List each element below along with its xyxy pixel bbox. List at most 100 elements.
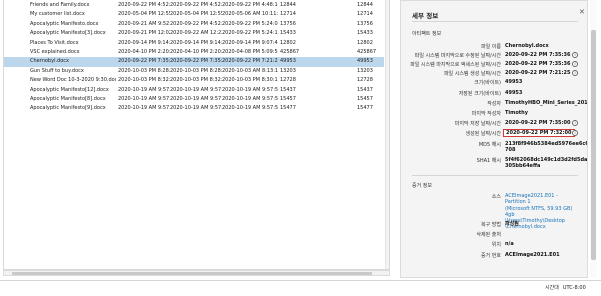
cell-name: Apocalyptic Manifesto[3].docx [30, 30, 106, 37]
table-row[interactable]: New Word Doc 10-3-2020 9:30.docx 2020-10-… [4, 76, 384, 85]
cell-size2: 49953 [357, 58, 373, 65]
cell-name: Apocalyptic Manifesto[12].docx [30, 86, 109, 93]
table-row[interactable]: Apocalyptic Manifesto.docx 2020-09-21 AM … [4, 20, 384, 29]
cell-created: 2020-09-14 PM 9:14:42 [118, 39, 170, 46]
cell-size2: 15457 [357, 96, 373, 102]
cell-size: 15457 [280, 96, 296, 102]
field-label: 크기(바이트) [474, 80, 501, 86]
cell-name: Apocalyptic Manifesto[9].docx [30, 105, 106, 112]
field-label: 파일 시스템 마지막으로 수정된 날짜/시간 [414, 53, 501, 59]
cell-size: 15437 [280, 86, 296, 93]
table-row[interactable]: Apocalyptic Manifesto[12].docx 2020-10-19… [4, 86, 384, 95]
cell-size2: 12802 [357, 39, 373, 46]
cell-accessed: 2020-05-06 AM 10:11:47 [222, 11, 278, 18]
cell-size2: 13756 [357, 20, 373, 27]
cell-size: 425867 [280, 49, 300, 55]
field-value: n/a [505, 241, 514, 247]
field-label: 파일 시스템 마지막으로 액세스된 날짜/시간 [410, 62, 501, 68]
timezone-indicator[interactable]: 시간대 UTC-8:00 [545, 284, 586, 291]
table-row[interactable]: VSC explained.docx2020-04-10 PM 2:20:212… [4, 48, 384, 57]
field-label: 위치 [491, 242, 501, 248]
cell-name: VSC explained.docx [30, 49, 80, 55]
info-circle-icon[interactable]: i [572, 120, 578, 126]
table-row[interactable]: Apocalyptic Manifesto[8].docx 2020-10-19 … [4, 95, 384, 104]
field-label: MD5 해시 [478, 142, 501, 148]
file-table-horizontal-scrollbar[interactable] [3, 270, 390, 276]
table-row[interactable]: Chernobyl.docx2020-09-22 PM 7:35:362020-… [4, 57, 384, 67]
field-label: 복구 방법 [481, 222, 501, 228]
scrollbar-thumb[interactable] [591, 30, 596, 260]
cell-accessed: 2020-09-22 PM 5:24:15 [222, 30, 278, 37]
cell-created: 2020-10-19 AM 9:57:56 [118, 105, 170, 112]
cell-size: 13756 [280, 20, 296, 27]
field-value: 2020-09-22 PM 7:35:36 [505, 52, 571, 58]
field-value: 49953 [505, 90, 523, 96]
cell-accessed: 2020-09-14 PM 9:07:47 [222, 39, 278, 46]
field-value: TimothyHBO_Mini_Series_2019 [505, 100, 588, 106]
cell-modified: 2020-09-22 AM 12:22:21 [170, 30, 222, 37]
cell-name: Friends and Family.docx [30, 2, 90, 8]
field-label: 작성자 [487, 101, 501, 107]
details-pane: 세부 정보 ✕ 아티팩트 정보 파일 이름 Chernobyl.docx 파일 시스… [400, 0, 588, 278]
field-label: 삭제된 출처 [476, 232, 501, 238]
cell-modified: 2020-09-22 PM 4:52:16 [170, 20, 222, 27]
table-row[interactable]: Places To Visit.docx 2020-09-14 PM 9:14:4… [4, 39, 384, 48]
cell-accessed: 2020-10-03 AM 8:13:15 [222, 67, 278, 74]
cell-modified: 2020-05-04 PM 12:55:16 [170, 11, 222, 18]
cell-modified: 2020-09-14 PM 9:14:42 [170, 39, 222, 46]
cell-created: 2020-10-19 AM 9:57:57 [118, 86, 170, 93]
cell-size2: 12728 [357, 77, 373, 84]
table-row[interactable]: Friends and Family.docx 2020-09-22 PM 4:5… [4, 1, 384, 10]
field-label: 저장된 크기(바이트) [458, 91, 501, 97]
cell-name: Apocalyptic Manifesto[8].docx [30, 96, 106, 102]
table-row[interactable]: Gun Stuff to buy.docx 2020-10-03 PM 8:28:… [4, 67, 384, 76]
cell-size: 15433 [280, 30, 296, 37]
field-label: 마지막 저장 날짜/시간 [454, 121, 501, 127]
field-value: 2020-09-22 PM 7:21:25 [505, 70, 571, 76]
info-circle-icon[interactable]: i [572, 130, 578, 136]
cell-modified: 2020-04-10 PM 2:20:21 [170, 49, 222, 55]
info-circle-icon[interactable]: i [572, 61, 578, 67]
cell-size2: 13203 [357, 67, 373, 74]
cell-size: 12714 [280, 11, 296, 18]
cell-accessed: 2020-10-19 AM 9:57:56 [222, 105, 278, 112]
cell-modified: 2020-10-19 AM 9:57:56 [170, 105, 222, 112]
close-icon[interactable]: ✕ [579, 8, 585, 16]
cell-created: 2020-10-03 PM 8:32:41 [118, 77, 170, 84]
cell-name: New Word Doc 10-3-2020 9:30.docx [30, 77, 116, 84]
cell-created: 2020-10-19 AM 9:57:57 [118, 96, 170, 102]
cell-modified: 2020-09-22 PM 4:52:16 [170, 2, 222, 8]
info-circle-icon[interactable]: i [572, 52, 578, 58]
field-label: 생성된 날짜/시간 [465, 131, 501, 137]
cell-created: 2020-05-04 PM 12:55:16 [118, 11, 170, 18]
details-vertical-scrollbar[interactable] [590, 0, 597, 278]
cell-created: 2020-04-10 PM 2:20:21 [118, 49, 170, 55]
table-row[interactable]: My customer list.docx 2020-05-04 PM 12:55… [4, 10, 384, 19]
cell-modified: 2020-09-22 PM 7:35:36 [170, 58, 222, 65]
field-label: 파일 이름 [481, 44, 501, 50]
details-title: 세부 정보 [412, 12, 439, 20]
table-row[interactable]: Apocalyptic Manifesto[9].docx 2020-10-19 … [4, 104, 384, 113]
cell-name: Gun Stuff to buy.docx [30, 67, 84, 74]
cell-size2: 425867 [357, 49, 377, 55]
cell-created: 2020-09-22 PM 4:52:16 [118, 2, 170, 8]
info-circle-icon[interactable]: i [572, 70, 578, 76]
field-label: 소스 [491, 194, 501, 200]
field-label: SHA1 해시 [476, 158, 501, 164]
field-value: 213f8f946b5384ed5976ee6c60ec4 708 [505, 141, 588, 154]
field-value: Timothy [505, 110, 528, 116]
divider [412, 175, 578, 176]
cell-name: Apocalyptic Manifesto.docx [30, 20, 99, 27]
evidence-info-heading: 증거 정보 [412, 183, 432, 189]
cell-size: 12844 [280, 2, 296, 8]
cell-size2: 15433 [357, 30, 373, 37]
cell-size: 12802 [280, 39, 296, 46]
field-label: 마지막 작성자 [471, 111, 501, 117]
file-table-vertical-scrollbar[interactable] [385, 0, 389, 269]
cell-accessed: 2020-09-22 PM 4:48:14 [222, 2, 278, 8]
timezone-label: 시간대 [545, 285, 559, 291]
status-divider [0, 280, 601, 281]
cell-accessed: 2020-04-08 PM 5:09:59 [222, 49, 278, 55]
scrollbar-thumb[interactable] [12, 272, 372, 275]
table-row[interactable]: Apocalyptic Manifesto[3].docx 2020-09-21 … [4, 29, 384, 38]
